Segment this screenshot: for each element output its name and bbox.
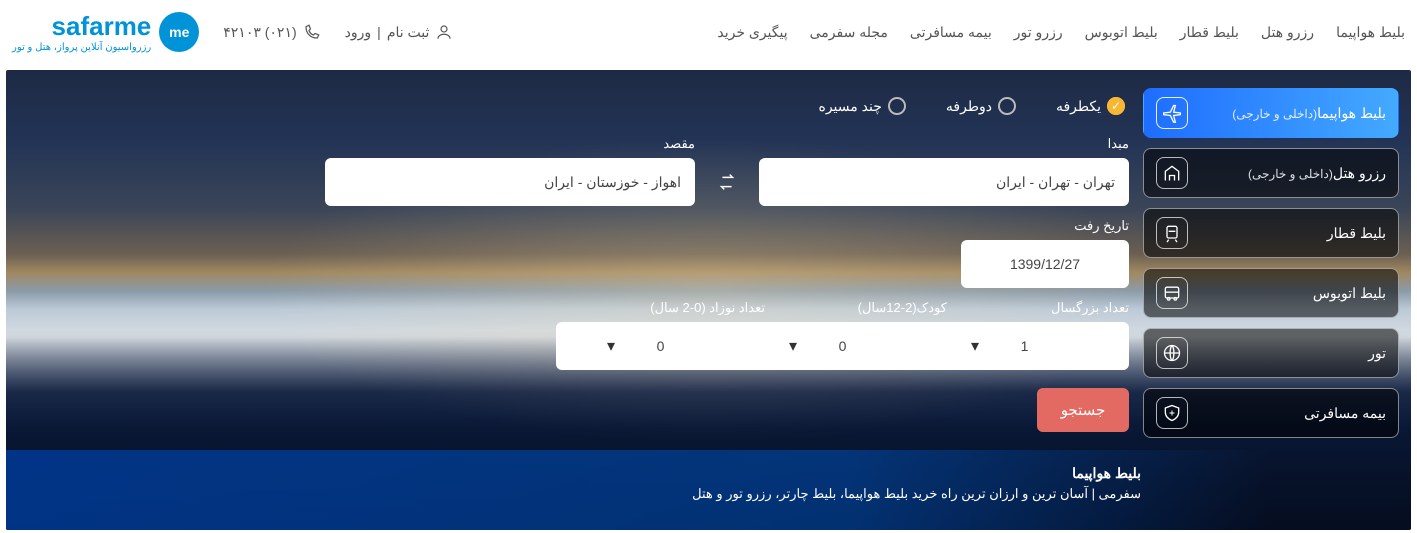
infant-select[interactable] — [556, 322, 765, 370]
hero: بلیط هواپیما(داخلی و خارجی) رزرو هتل(داخ… — [6, 70, 1411, 530]
radio-oneway[interactable]: یکطرفه — [1056, 97, 1125, 115]
swap-button[interactable] — [709, 158, 745, 206]
login-link[interactable]: ورود — [345, 24, 372, 41]
nav-train[interactable]: بلیط قطار — [1180, 24, 1239, 41]
dest-label: مقصد — [325, 136, 695, 152]
logo[interactable]: safarme رزرواسیون آنلاین پرواز، هتل و تو… — [12, 11, 199, 53]
nav-tour[interactable]: رزرو تور — [1014, 24, 1063, 41]
radio-multi[interactable]: چند مسیره — [819, 97, 906, 115]
phone-icon — [303, 23, 321, 41]
adult-label: تعداد بزرگسال — [961, 300, 1129, 316]
hero-footer: بلیط هواپیما سفرمی | آسان ترین و ارزان ت… — [692, 465, 1141, 502]
tab-hotel[interactable]: رزرو هتل(داخلی و خارجی) — [1143, 148, 1399, 198]
dest-input[interactable] — [325, 158, 695, 206]
tab-insurance[interactable]: بیمه مسافرتی — [1143, 388, 1399, 438]
hotel-icon — [1156, 157, 1188, 189]
child-label: کودک(2-12سال) — [779, 300, 947, 316]
globe-icon — [1156, 337, 1188, 369]
radio-unchecked-icon — [998, 97, 1016, 115]
depart-input[interactable] — [961, 240, 1129, 288]
header: بلیط هواپیما رزرو هتل بلیط قطار بلیط اتو… — [0, 0, 1417, 64]
logo-text: safarme — [52, 11, 152, 42]
airplane-icon — [1156, 97, 1188, 129]
auth-links: ورود | ثبت نام — [345, 23, 454, 41]
origin-input[interactable] — [759, 158, 1129, 206]
infant-label: تعداد نوزاد (0-2 سال) — [597, 300, 765, 316]
trip-type: یکطرفه دوطرفه چند مسیره — [18, 88, 1125, 124]
search-button[interactable]: جستجو — [1037, 388, 1129, 432]
radio-checked-icon — [1107, 97, 1125, 115]
tab-train[interactable]: بلیط قطار — [1143, 208, 1399, 258]
adult-select[interactable] — [920, 322, 1129, 370]
radio-unchecked-icon — [888, 97, 906, 115]
origin-label: مبدا — [759, 136, 1129, 152]
search-panel: بلیط هواپیما(داخلی و خارجی) رزرو هتل(داخ… — [18, 88, 1399, 438]
swap-icon — [716, 171, 738, 193]
nav-track[interactable]: پیگیری خرید — [717, 24, 787, 41]
footer-title: بلیط هواپیما — [692, 465, 1141, 482]
shield-icon — [1156, 397, 1188, 429]
tab-flight[interactable]: بلیط هواپیما(داخلی و خارجی) — [1143, 88, 1399, 138]
tab-tour[interactable]: تور — [1143, 328, 1399, 378]
train-icon — [1156, 217, 1188, 249]
logo-badge-icon: me — [159, 12, 199, 52]
logo-sub: رزرواسیون آنلاین پرواز، هتل و تور — [12, 42, 151, 53]
register-link[interactable]: ثبت نام — [387, 24, 430, 41]
radio-roundtrip[interactable]: دوطرفه — [946, 97, 1016, 115]
nav-magazine[interactable]: مجله سفرمی — [810, 24, 888, 41]
depart-label: تاریخ رفت — [961, 218, 1129, 234]
tab-bus[interactable]: بلیط اتوبوس — [1143, 268, 1399, 318]
main-nav: بلیط هواپیما رزرو هتل بلیط قطار بلیط اتو… — [717, 24, 1405, 41]
nav-bus[interactable]: بلیط اتوبوس — [1085, 24, 1158, 41]
flight-form: یکطرفه دوطرفه چند مسیره مبدا — [18, 88, 1129, 438]
user-icon — [435, 23, 453, 41]
nav-flight[interactable]: بلیط هواپیما — [1336, 24, 1405, 41]
phone[interactable]: ۴۲۱۰۳ (۰۲۱) — [223, 23, 320, 41]
nav-hotel[interactable]: رزرو هتل — [1261, 24, 1314, 41]
category-tabs: بلیط هواپیما(داخلی و خارجی) رزرو هتل(داخ… — [1143, 88, 1399, 438]
child-select[interactable] — [738, 322, 947, 370]
bus-icon — [1156, 277, 1188, 309]
header-right: safarme رزرواسیون آنلاین پرواز، هتل و تو… — [12, 11, 453, 53]
phone-number: ۴۲۱۰۳ (۰۲۱) — [223, 24, 296, 41]
nav-insurance[interactable]: بیمه مسافرتی — [910, 24, 992, 41]
footer-sub: سفرمی | آسان ترین و ارزان ترین راه خرید … — [692, 486, 1141, 502]
